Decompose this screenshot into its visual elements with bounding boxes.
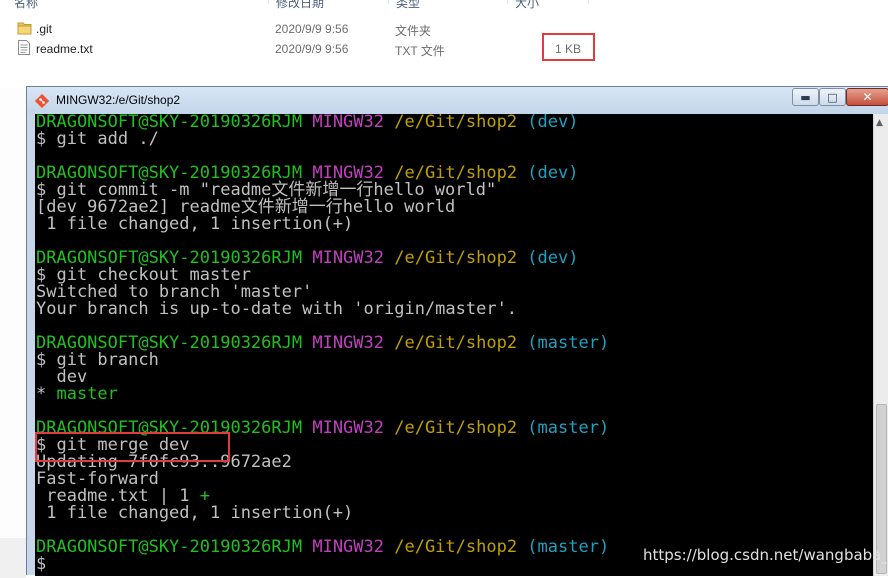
terminal-text: (dev) <box>527 114 579 132</box>
terminal-text: /e/Git/shop2 <box>394 333 528 353</box>
terminal-text: 1 file changed, 1 insertion(+) <box>36 214 354 234</box>
close-icon: ✕ <box>862 90 873 104</box>
terminal-text: (dev) <box>527 248 579 268</box>
maximize-button[interactable]: □ <box>819 88 846 106</box>
column-date[interactable]: 修改日期 <box>276 0 324 11</box>
file-row-git[interactable]: .git 2020/9/9 9:56 文件夹 <box>0 19 620 39</box>
terminal-line: * master <box>36 386 118 403</box>
column-divider <box>388 0 389 4</box>
terminal-text: * <box>36 384 57 404</box>
terminal-line: 1 file changed, 1 insertion(+) <box>36 505 353 522</box>
merge-command-highlight-box <box>35 432 230 462</box>
column-header: 名称 修改日期 类型 大小 <box>0 0 888 10</box>
close-button[interactable]: ✕ <box>846 88 888 106</box>
terminal-line: DRAGONSOFT@SKY-20190326RJM MINGW32 /e/Gi… <box>36 539 609 556</box>
terminal-text: MINGW32 <box>312 333 395 353</box>
terminal-text: DRAGONSOFT@SKY-20190326RJM <box>36 537 313 557</box>
terminal-window: MINGW32:/e/Git/shop2 ▬ □ ✕ DRAGONSOFT@SK… <box>26 86 888 576</box>
column-type[interactable]: 类型 <box>396 0 420 11</box>
terminal-line: $ <box>36 556 46 573</box>
column-divider <box>507 0 508 4</box>
column-name[interactable]: 名称 <box>14 0 38 11</box>
terminal-text: MINGW32 <box>312 114 395 132</box>
column-divider <box>268 0 269 4</box>
terminal-text: (master) <box>527 333 610 353</box>
minimize-icon: ▬ <box>800 90 811 104</box>
maximize-icon: □ <box>827 90 838 104</box>
terminal-text: $ git add ./ <box>36 129 159 149</box>
text-file-icon <box>18 40 30 55</box>
terminal-text: MINGW32 <box>312 418 395 438</box>
terminal-text: MINGW32 <box>312 537 395 557</box>
terminal-output[interactable]: DRAGONSOFT@SKY-20190326RJM MINGW32 /e/Gi… <box>35 114 873 576</box>
folder-icon <box>17 22 32 35</box>
file-type: 文件夹 <box>395 24 432 38</box>
size-highlight-box <box>542 33 595 61</box>
git-icon <box>35 94 49 108</box>
column-size[interactable]: 大小 <box>515 0 539 11</box>
file-date: 2020/9/9 9:56 <box>275 42 349 56</box>
window-title: MINGW32:/e/Git/shop2 <box>56 93 181 107</box>
terminal-text: 1 file changed, 1 insertion(+) <box>36 503 354 523</box>
terminal-text: /e/Git/shop2 <box>394 418 528 438</box>
terminal-text: master <box>56 384 118 404</box>
terminal-text: (master) <box>527 537 610 557</box>
column-divider <box>588 0 589 4</box>
file-type: TXT 文件 <box>395 44 445 58</box>
title-bar[interactable]: MINGW32:/e/Git/shop2 ▬ □ ✕ <box>27 87 888 114</box>
file-name: .git <box>36 22 53 36</box>
terminal-line: 1 file changed, 1 insertion(+) <box>36 216 353 233</box>
terminal-text: $ <box>36 554 47 574</box>
terminal-text: Your branch is up-to-date with 'origin/m… <box>36 299 518 319</box>
terminal-text: /e/Git/shop2 <box>394 114 528 132</box>
watermark: https://blog.csdn.net/wangbaba_1 <box>643 546 888 564</box>
explorer-left-edge <box>0 88 28 578</box>
terminal-line: Your branch is up-to-date with 'origin/m… <box>36 301 517 318</box>
file-row-readme[interactable]: readme.txt 2020/9/9 9:56 TXT 文件 1 KB <box>0 39 620 59</box>
terminal-text: /e/Git/shop2 <box>394 248 528 268</box>
scrollbar[interactable]: ▲ <box>873 114 888 576</box>
terminal-text: (dev) <box>527 163 579 183</box>
scroll-up-icon[interactable]: ▲ <box>876 118 883 128</box>
terminal-line: $ git add ./ <box>36 131 159 148</box>
terminal-text: /e/Git/shop2 <box>394 537 528 557</box>
terminal-text: (master) <box>527 418 610 438</box>
file-name: readme.txt <box>36 42 93 56</box>
file-date: 2020/9/9 9:56 <box>275 22 349 36</box>
terminal-text: MINGW32 <box>312 248 395 268</box>
minimize-button[interactable]: ▬ <box>792 88 819 106</box>
